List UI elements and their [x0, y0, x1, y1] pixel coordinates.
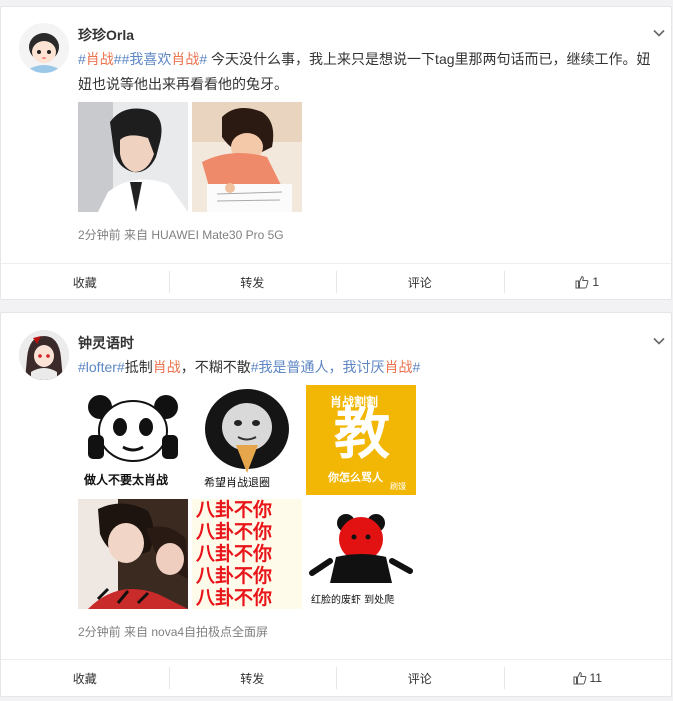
thumbs-up-icon: [573, 671, 586, 685]
chevron-down-icon[interactable]: [653, 335, 665, 347]
meme-caption: 做人不要太肖战: [84, 473, 169, 487]
meme-image[interactable]: 肖战割割 教 你怎么骂人 刷馒: [306, 385, 416, 495]
meme-caption-big: 教: [334, 402, 390, 467]
meme-caption: 八卦不你: [196, 587, 273, 609]
repost-button[interactable]: 转发: [168, 660, 337, 696]
post-meta: 2分钟前 来自 HUAWEI Mate30 Pro 5G: [78, 228, 284, 242]
avatar[interactable]: [19, 330, 69, 380]
topic-link[interactable]: #我是普通人，我讨厌肖战#: [251, 359, 421, 375]
favorite-button[interactable]: 收藏: [1, 264, 169, 300]
meme-caption: 八卦不你: [196, 499, 273, 521]
like-count: 11: [589, 671, 602, 685]
action-bar: 收藏 转发 评论 11: [1, 659, 671, 696]
meme-caption-bottom: 你怎么骂人: [328, 471, 383, 484]
topic-link[interactable]: #肖战##我喜欢肖战#: [78, 51, 207, 67]
chevron-down-icon[interactable]: [653, 27, 665, 39]
meme-caption: 红脸的废虾 到处爬: [311, 595, 395, 606]
watermark: 刷馒: [390, 482, 406, 491]
username[interactable]: 珍珍Orla: [78, 25, 134, 45]
meme-caption: 希望肖战退圈: [204, 476, 270, 489]
like-button[interactable]: 1: [503, 264, 672, 300]
username[interactable]: 钟灵语时: [78, 333, 134, 353]
meme-image[interactable]: 红脸的废虾 到处爬: [306, 499, 416, 609]
feed-card: 钟灵语时 #lofter#抵制肖战，不糊不散#我是普通人，我讨厌肖战# 做人不要…: [0, 312, 672, 697]
feed-card: 珍珍Orla #肖战##我喜欢肖战# 今天没什么事，我上来只是想说一下tag里那…: [0, 6, 672, 300]
comment-button[interactable]: 评论: [336, 660, 504, 696]
meme-caption: 八卦不你: [196, 543, 273, 565]
meme-image[interactable]: 八卦不你 八卦不你 八卦不你 八卦不你 八卦不你: [192, 499, 302, 609]
meme-image[interactable]: 做人不要太肖战: [78, 385, 188, 495]
post-text: #肖战##我喜欢肖战# 今天没什么事，我上来只是想说一下tag里那两句话而已，继…: [78, 51, 651, 92]
avatar[interactable]: [19, 23, 69, 73]
meme-caption: 八卦不你: [196, 565, 273, 587]
comment-button[interactable]: 评论: [336, 264, 504, 300]
post-image[interactable]: [192, 102, 302, 212]
weibo-feed: 珍珍Orla #肖战##我喜欢肖战# 今天没什么事，我上来只是想说一下tag里那…: [0, 0, 673, 701]
meme-image[interactable]: [78, 499, 188, 609]
repost-button[interactable]: 转发: [168, 264, 337, 300]
like-count: 1: [592, 275, 600, 289]
post-text: #lofter#抵制肖战，不糊不散#我是普通人，我讨厌肖战#: [78, 359, 421, 375]
meme-caption: 八卦不你: [196, 521, 273, 543]
post-meta: 2分钟前 来自 nova4自拍极点全面屏: [78, 625, 269, 639]
meme-image[interactable]: 希望肖战退圈: [192, 385, 302, 495]
like-button[interactable]: 11: [503, 660, 672, 696]
action-bar: 收藏 转发 评论 1: [1, 263, 671, 300]
thumbs-up-icon: [575, 275, 589, 289]
post-image[interactable]: [78, 102, 188, 212]
favorite-button[interactable]: 收藏: [1, 660, 169, 696]
topic-link[interactable]: #lofter#: [78, 359, 125, 375]
